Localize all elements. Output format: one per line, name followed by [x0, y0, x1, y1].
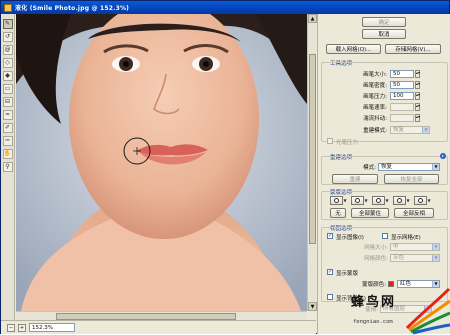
chevron-down-icon: ▼ [432, 244, 439, 250]
mask-invert-icon[interactable] [414, 196, 427, 205]
mask-none-button[interactable]: 无 [330, 208, 346, 218]
show-backdrop-checkbox[interactable] [327, 294, 333, 300]
save-mesh-button[interactable]: 存储网格(V)... [385, 44, 441, 54]
brush-pressure-spinner-icon[interactable]: ▴▾ [415, 92, 420, 100]
portrait-photo [16, 14, 307, 311]
cancel-button[interactable]: 取消 [362, 29, 406, 39]
status-bar: − + 152.3% [1, 320, 316, 334]
mesh-color-label: 网格颜色: [364, 256, 388, 262]
brush-size-input[interactable]: 50 [390, 70, 414, 78]
chevron-down-icon[interactable]: ▼ [364, 196, 368, 205]
chevron-down-icon[interactable]: ▼ [406, 196, 410, 205]
horizontal-scroll-thumb[interactable] [56, 313, 236, 320]
show-mask-checkbox[interactable]: ✓ [327, 269, 333, 275]
forward-warp-tool-icon[interactable]: ✎ [2, 19, 13, 29]
mesh-color-value: 灰色 [393, 255, 405, 261]
turbulence-tool-icon[interactable]: ≈ [2, 110, 13, 120]
reconstruct-mode-select[interactable]: 恢复 ▼ [390, 126, 430, 134]
mesh-size-select[interactable]: 中 ▼ [390, 243, 440, 251]
chevron-down-icon: ▼ [422, 127, 429, 133]
vertical-scrollbar[interactable]: ▲ ▼ [307, 14, 317, 311]
zoom-in-icon[interactable]: + [18, 323, 26, 332]
invert-all-button[interactable]: 全部反相 [394, 208, 434, 218]
scroll-down-icon[interactable]: ▼ [308, 302, 317, 311]
tool-palette: ✎ ↺ @ ◇ ◆ ▭ ⊟ ≈ ✐ ✑ ✋ ⚲ [1, 14, 15, 322]
show-mesh-checkbox[interactable] [382, 233, 388, 239]
horizontal-scrollbar[interactable] [16, 311, 307, 320]
mirror-tool-icon[interactable]: ⊟ [2, 97, 13, 107]
ok-button[interactable]: 确定 [362, 17, 406, 27]
brush-density-spinner-icon[interactable]: ▴▾ [415, 81, 420, 89]
app-icon [4, 3, 12, 12]
scroll-up-icon[interactable]: ▲ [308, 14, 317, 23]
load-mesh-button[interactable]: 载入网格(O)... [326, 44, 381, 54]
liquify-window: 液化 (Smile Photo.jpg @ 152.3%) ✎ ↺ @ ◇ ◆ … [0, 0, 450, 335]
hand-tool-icon[interactable]: ✋ [2, 149, 13, 159]
zoom-level-field[interactable]: 152.3% [29, 323, 75, 332]
mask-all-button[interactable]: 全部蒙住 [351, 208, 389, 218]
watermark-brand: 蜂鸟网 [351, 295, 397, 310]
mode-value: 恢复 [381, 164, 393, 170]
zoom-tool-icon[interactable]: ⚲ [2, 162, 13, 172]
mask-intersect-icon[interactable] [393, 196, 406, 205]
reconstruct-button[interactable]: 重建 [332, 174, 378, 184]
brush-pressure-input[interactable]: 100 [390, 92, 414, 100]
mode-label: 模式: [363, 165, 376, 171]
window-title: 液化 (Smile Photo.jpg @ 152.3%) [15, 5, 130, 12]
reconstruct-tool-icon[interactable]: ↺ [2, 32, 13, 42]
brush-rate-input[interactable] [390, 103, 414, 111]
brush-density-input[interactable]: 50 [390, 81, 414, 89]
twirl-tool-icon[interactable]: @ [2, 45, 13, 55]
preview-canvas[interactable] [16, 14, 307, 311]
info-icon[interactable]: ▸ [440, 153, 446, 159]
thaw-mask-tool-icon[interactable]: ✑ [2, 136, 13, 146]
stylus-pressure-label: 光笔压力 [336, 140, 359, 146]
brush-density-label: 画笔密度: [363, 83, 387, 89]
brush-pressure-label: 画笔压力: [363, 94, 387, 100]
freeze-mask-tool-icon[interactable]: ✐ [2, 123, 13, 133]
pucker-tool-icon[interactable]: ◇ [2, 58, 13, 68]
chevron-down-icon: ▼ [432, 255, 439, 261]
mask-add-icon[interactable] [351, 196, 364, 205]
show-image-checkbox[interactable]: ✓ [327, 233, 333, 239]
zoom-out-icon[interactable]: − [7, 323, 15, 332]
restore-all-button[interactable]: 恢复全部 [384, 174, 439, 184]
mask-subtract-icon[interactable] [372, 196, 385, 205]
watermark-url: fengniao.com [353, 319, 393, 325]
chevron-down-icon[interactable]: ▼ [385, 196, 389, 205]
turbulent-jitter-label: 湍流抖动: [363, 116, 387, 122]
brush-rate-spinner-icon[interactable]: ▴▾ [415, 103, 420, 111]
brush-size-spinner-icon[interactable]: ▴▾ [415, 70, 420, 78]
push-left-tool-icon[interactable]: ▭ [2, 84, 13, 94]
vertical-scroll-thumb[interactable] [309, 54, 316, 244]
reconstruct-mode-value: 恢复 [393, 127, 405, 133]
bloat-tool-icon[interactable]: ◆ [2, 71, 13, 81]
turbulent-jitter-input[interactable] [390, 114, 414, 122]
brush-rate-label: 画笔速率: [363, 105, 387, 111]
reconstruct-mode-label: 重建模式: [363, 128, 387, 134]
show-image-label: 显示图像(I) [336, 235, 364, 241]
turbulent-jitter-spinner-icon[interactable]: ▴▾ [415, 114, 420, 122]
brush-size-label: 画笔大小: [363, 72, 387, 78]
chevron-down-icon[interactable]: ▼ [427, 196, 431, 205]
mesh-color-select[interactable]: 灰色 ▼ [390, 254, 440, 262]
chevron-down-icon[interactable]: ▼ [343, 196, 347, 205]
chevron-down-icon: ▼ [432, 164, 439, 170]
mesh-size-value: 中 [393, 244, 399, 250]
mesh-size-label: 网格大小: [364, 245, 388, 251]
stylus-pressure-checkbox[interactable] [327, 138, 333, 144]
mask-replace-icon[interactable] [330, 196, 343, 205]
title-bar: 液化 (Smile Photo.jpg @ 152.3%) [1, 1, 449, 14]
show-mask-label: 显示蒙版 [336, 271, 359, 277]
mode-select[interactable]: 恢复 ▼ [378, 163, 440, 171]
show-mesh-label: 显示网格(E) [391, 235, 421, 241]
